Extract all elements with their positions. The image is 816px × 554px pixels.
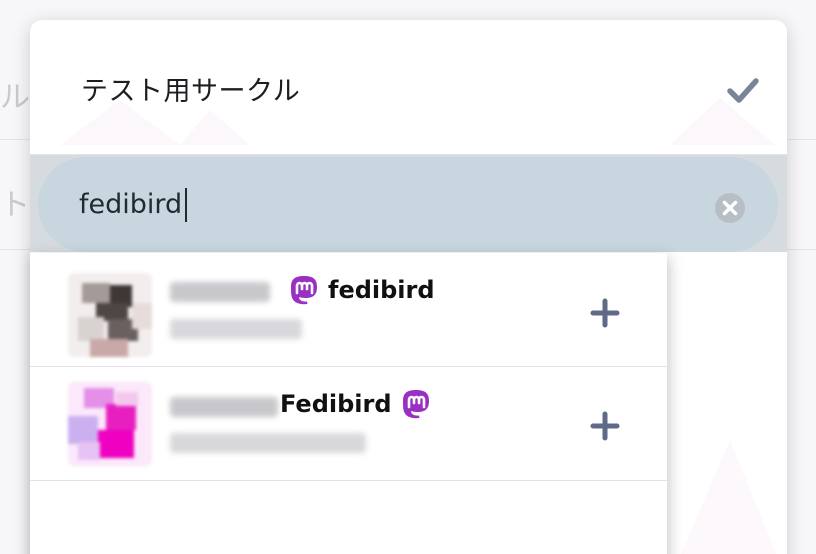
checkmark-icon[interactable] bbox=[725, 72, 761, 108]
result-name-line: fedibird bbox=[288, 274, 435, 306]
clear-circle-icon[interactable] bbox=[714, 192, 746, 224]
blurred-name bbox=[170, 397, 278, 417]
list-item[interactable] bbox=[30, 253, 667, 367]
result-name-line: Fedibird bbox=[280, 388, 432, 420]
circle-title: テスト用サークル bbox=[81, 76, 301, 107]
background-text: ト bbox=[0, 188, 30, 223]
background-text: ル bbox=[0, 80, 30, 115]
mastodon-icon bbox=[288, 274, 320, 306]
avatar bbox=[68, 382, 152, 466]
result-name: Fedibird bbox=[280, 390, 392, 418]
avatar bbox=[68, 273, 152, 357]
blurred-name bbox=[170, 282, 270, 302]
plus-icon[interactable] bbox=[590, 298, 620, 328]
mastodon-icon bbox=[400, 388, 432, 420]
result-name: fedibird bbox=[328, 276, 435, 304]
plus-icon[interactable] bbox=[590, 411, 620, 441]
search-input[interactable] bbox=[79, 180, 679, 228]
title-row: テスト用サークル bbox=[30, 20, 787, 155]
text-caret bbox=[185, 188, 187, 222]
blurred-handle bbox=[170, 433, 366, 453]
list-item[interactable] bbox=[30, 367, 667, 481]
blurred-handle bbox=[170, 319, 302, 339]
